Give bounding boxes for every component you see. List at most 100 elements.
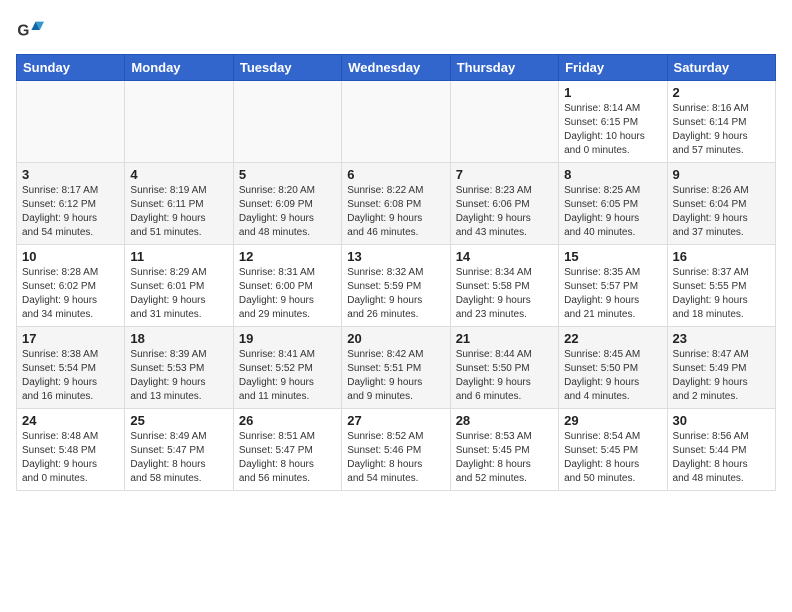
calendar-cell: 18 Sunrise: 8:39 AMSunset: 5:53 PMDayligh… <box>125 327 233 409</box>
calendar-week-2: 3 Sunrise: 8:17 AMSunset: 6:12 PMDaylight… <box>17 163 776 245</box>
day-number: 8 <box>564 167 661 182</box>
calendar-cell: 28 Sunrise: 8:53 AMSunset: 5:45 PMDayligh… <box>450 409 558 491</box>
weekday-header-friday: Friday <box>559 55 667 81</box>
day-info: Sunrise: 8:22 AMSunset: 6:08 PMDaylight:… <box>347 184 444 240</box>
day-info: Sunrise: 8:54 AMSunset: 5:45 PMDaylight:… <box>564 430 661 486</box>
calendar-cell: 30 Sunrise: 8:56 AMSunset: 5:44 PMDayligh… <box>667 409 775 491</box>
day-number: 22 <box>564 331 661 346</box>
day-info: Sunrise: 8:42 AMSunset: 5:51 PMDaylight:… <box>347 348 444 404</box>
day-number: 1 <box>564 85 661 100</box>
day-info: Sunrise: 8:25 AMSunset: 6:05 PMDaylight:… <box>564 184 661 240</box>
calendar-cell <box>450 81 558 163</box>
calendar-cell: 27Sunrise: 8:52 AMSunset: 5:46 PMDayligh… <box>342 409 450 491</box>
calendar-week-3: 10 Sunrise: 8:28 AMSunset: 6:02 PMDayligh… <box>17 245 776 327</box>
day-number: 13 <box>347 249 444 264</box>
day-info: Sunrise: 8:34 AMSunset: 5:58 PMDaylight:… <box>456 266 553 322</box>
calendar-cell <box>17 81 125 163</box>
calendar-cell: 8 Sunrise: 8:25 AMSunset: 6:05 PMDaylight… <box>559 163 667 245</box>
day-number: 6 <box>347 167 444 182</box>
calendar-cell: 23 Sunrise: 8:47 AMSunset: 5:49 PMDayligh… <box>667 327 775 409</box>
calendar-cell <box>125 81 233 163</box>
day-info: Sunrise: 8:23 AMSunset: 6:06 PMDaylight:… <box>456 184 553 240</box>
day-number: 21 <box>456 331 553 346</box>
day-number: 10 <box>22 249 119 264</box>
day-info: Sunrise: 8:56 AMSunset: 5:44 PMDaylight:… <box>673 430 770 486</box>
day-number: 26 <box>239 413 336 428</box>
calendar-cell: 17 Sunrise: 8:38 AMSunset: 5:54 PMDayligh… <box>17 327 125 409</box>
calendar-week-5: 24Sunrise: 8:48 AMSunset: 5:48 PMDayligh… <box>17 409 776 491</box>
day-info: Sunrise: 8:28 AMSunset: 6:02 PMDaylight:… <box>22 266 119 322</box>
day-info: Sunrise: 8:14 AMSunset: 6:15 PMDaylight:… <box>564 102 661 158</box>
day-number: 5 <box>239 167 336 182</box>
calendar-cell <box>342 81 450 163</box>
page-header: G <box>16 16 776 44</box>
calendar-cell <box>233 81 341 163</box>
day-number: 9 <box>673 167 770 182</box>
day-number: 24 <box>22 413 119 428</box>
svg-text:G: G <box>17 23 29 40</box>
weekday-header-saturday: Saturday <box>667 55 775 81</box>
day-info: Sunrise: 8:49 AMSunset: 5:47 PMDaylight:… <box>130 430 227 486</box>
day-number: 16 <box>673 249 770 264</box>
day-number: 25 <box>130 413 227 428</box>
calendar-cell: 4 Sunrise: 8:19 AMSunset: 6:11 PMDaylight… <box>125 163 233 245</box>
day-number: 14 <box>456 249 553 264</box>
weekday-header-tuesday: Tuesday <box>233 55 341 81</box>
day-number: 12 <box>239 249 336 264</box>
day-info: Sunrise: 8:16 AMSunset: 6:14 PMDaylight:… <box>673 102 770 158</box>
day-number: 18 <box>130 331 227 346</box>
day-info: Sunrise: 8:53 AMSunset: 5:45 PMDaylight:… <box>456 430 553 486</box>
calendar-cell: 29 Sunrise: 8:54 AMSunset: 5:45 PMDayligh… <box>559 409 667 491</box>
calendar-cell: 12Sunrise: 8:31 AMSunset: 6:00 PMDayligh… <box>233 245 341 327</box>
day-number: 15 <box>564 249 661 264</box>
logo: G <box>16 16 48 44</box>
day-info: Sunrise: 8:41 AMSunset: 5:52 PMDaylight:… <box>239 348 336 404</box>
calendar-cell: 14 Sunrise: 8:34 AMSunset: 5:58 PMDayligh… <box>450 245 558 327</box>
calendar-header-row: SundayMondayTuesdayWednesdayThursdayFrid… <box>17 55 776 81</box>
day-info: Sunrise: 8:39 AMSunset: 5:53 PMDaylight:… <box>130 348 227 404</box>
day-info: Sunrise: 8:44 AMSunset: 5:50 PMDaylight:… <box>456 348 553 404</box>
day-number: 30 <box>673 413 770 428</box>
calendar-cell: 21 Sunrise: 8:44 AMSunset: 5:50 PMDayligh… <box>450 327 558 409</box>
day-info: Sunrise: 8:51 AMSunset: 5:47 PMDaylight:… <box>239 430 336 486</box>
calendar-cell: 2 Sunrise: 8:16 AMSunset: 6:14 PMDaylight… <box>667 81 775 163</box>
calendar-cell: 26 Sunrise: 8:51 AMSunset: 5:47 PMDayligh… <box>233 409 341 491</box>
calendar-cell: 1 Sunrise: 8:14 AMSunset: 6:15 PMDaylight… <box>559 81 667 163</box>
day-number: 23 <box>673 331 770 346</box>
day-number: 7 <box>456 167 553 182</box>
day-number: 20 <box>347 331 444 346</box>
calendar-cell: 3 Sunrise: 8:17 AMSunset: 6:12 PMDaylight… <box>17 163 125 245</box>
day-number: 3 <box>22 167 119 182</box>
calendar-cell: 6 Sunrise: 8:22 AMSunset: 6:08 PMDaylight… <box>342 163 450 245</box>
calendar-table: SundayMondayTuesdayWednesdayThursdayFrid… <box>16 54 776 491</box>
calendar-cell: 10 Sunrise: 8:28 AMSunset: 6:02 PMDayligh… <box>17 245 125 327</box>
weekday-header-thursday: Thursday <box>450 55 558 81</box>
day-number: 4 <box>130 167 227 182</box>
calendar-cell: 9 Sunrise: 8:26 AMSunset: 6:04 PMDaylight… <box>667 163 775 245</box>
calendar-week-1: 1 Sunrise: 8:14 AMSunset: 6:15 PMDaylight… <box>17 81 776 163</box>
calendar-week-4: 17 Sunrise: 8:38 AMSunset: 5:54 PMDayligh… <box>17 327 776 409</box>
calendar-cell: 16 Sunrise: 8:37 AMSunset: 5:55 PMDayligh… <box>667 245 775 327</box>
day-info: Sunrise: 8:47 AMSunset: 5:49 PMDaylight:… <box>673 348 770 404</box>
calendar-cell: 22Sunrise: 8:45 AMSunset: 5:50 PMDayligh… <box>559 327 667 409</box>
day-info: Sunrise: 8:37 AMSunset: 5:55 PMDaylight:… <box>673 266 770 322</box>
day-info: Sunrise: 8:32 AMSunset: 5:59 PMDaylight:… <box>347 266 444 322</box>
logo-icon: G <box>16 16 44 44</box>
day-number: 19 <box>239 331 336 346</box>
weekday-header-monday: Monday <box>125 55 233 81</box>
day-number: 28 <box>456 413 553 428</box>
day-number: 29 <box>564 413 661 428</box>
day-info: Sunrise: 8:26 AMSunset: 6:04 PMDaylight:… <box>673 184 770 240</box>
day-info: Sunrise: 8:19 AMSunset: 6:11 PMDaylight:… <box>130 184 227 240</box>
calendar-cell: 13 Sunrise: 8:32 AMSunset: 5:59 PMDayligh… <box>342 245 450 327</box>
day-info: Sunrise: 8:20 AMSunset: 6:09 PMDaylight:… <box>239 184 336 240</box>
day-number: 11 <box>130 249 227 264</box>
day-info: Sunrise: 8:29 AMSunset: 6:01 PMDaylight:… <box>130 266 227 322</box>
day-info: Sunrise: 8:35 AMSunset: 5:57 PMDaylight:… <box>564 266 661 322</box>
calendar-cell: 25 Sunrise: 8:49 AMSunset: 5:47 PMDayligh… <box>125 409 233 491</box>
calendar-cell: 24Sunrise: 8:48 AMSunset: 5:48 PMDayligh… <box>17 409 125 491</box>
day-info: Sunrise: 8:38 AMSunset: 5:54 PMDaylight:… <box>22 348 119 404</box>
day-info: Sunrise: 8:17 AMSunset: 6:12 PMDaylight:… <box>22 184 119 240</box>
day-number: 2 <box>673 85 770 100</box>
day-number: 17 <box>22 331 119 346</box>
